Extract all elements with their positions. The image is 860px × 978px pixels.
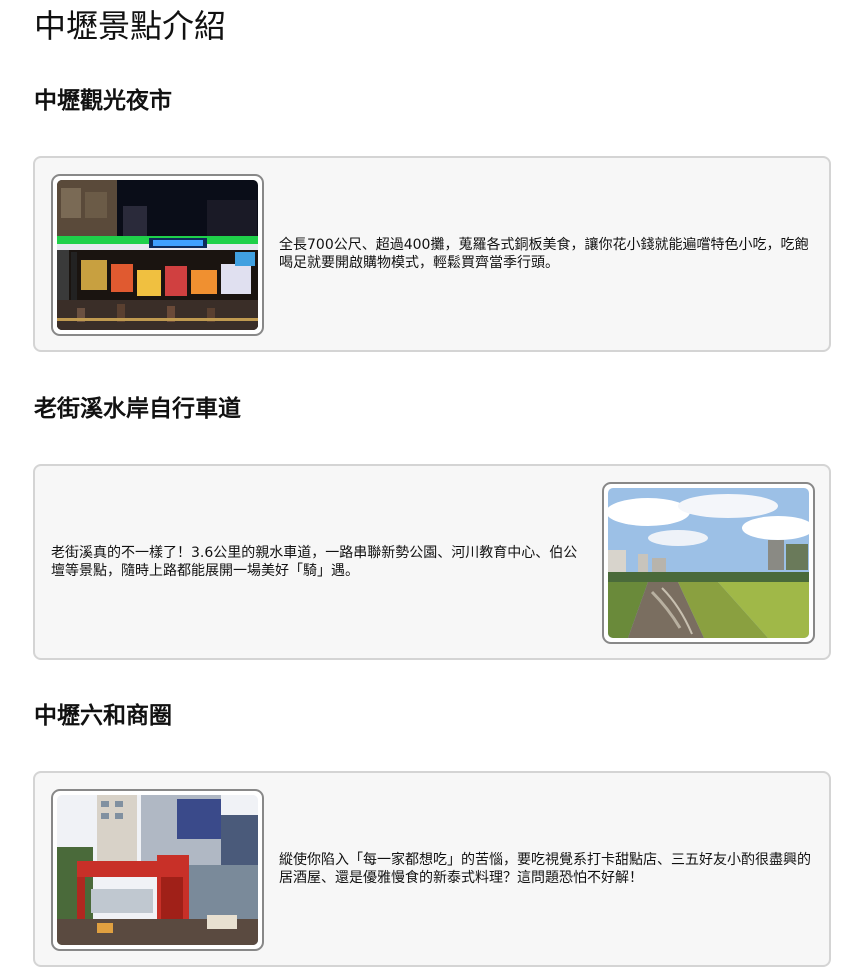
attraction-description: 縱使你陷入「每一家都想吃」的苦惱，要吃視覺系打卡甜點店、三五好友小酌很盡興的居酒…: [279, 852, 811, 886]
riverside-bike-path-photo: [602, 482, 815, 644]
page-title: 中壢景點介紹: [34, 7, 227, 45]
section-title-bike-path: 老街溪水岸自行車道: [34, 395, 241, 422]
attraction-card-night-market: 全長700公尺、超過400攤，蒐羅各式銅板美食，讓你花小錢就能遍嚐特色小吃，吃飽…: [33, 156, 831, 352]
attraction-card-bike-path: 老街溪真的不一樣了！3.6公里的親水車道，一路串聯新勢公園、河川教育中心、伯公壇…: [33, 464, 831, 660]
attraction-description: 全長700公尺、超過400攤，蒐羅各式銅板美食，讓你花小錢就能遍嚐特色小吃，吃飽…: [279, 237, 809, 271]
shopping-district-photo: [51, 789, 264, 951]
section-title-night-market: 中壢觀光夜市: [34, 87, 172, 114]
night-market-photo: [51, 174, 264, 336]
attraction-card-liuhe-district: 縱使你陷入「每一家都想吃」的苦惱，要吃視覺系打卡甜點店、三五好友小酌很盡興的居酒…: [33, 771, 831, 967]
attraction-description: 老街溪真的不一樣了！3.6公里的親水車道，一路串聯新勢公園、河川教育中心、伯公壇…: [51, 545, 578, 579]
section-title-liuhe-district: 中壢六和商圈: [34, 702, 172, 729]
